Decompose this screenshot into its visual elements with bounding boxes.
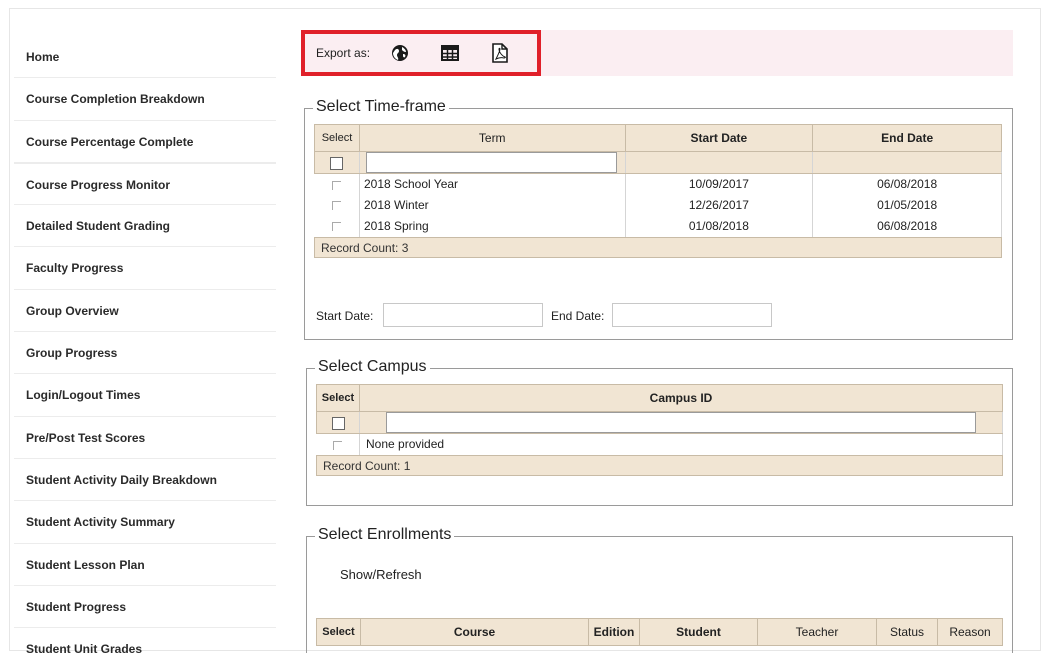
table-header-row: Select Campus ID <box>316 384 1003 412</box>
sidebar-item-detailed-student-grading[interactable]: Detailed Student Grading <box>14 205 276 248</box>
term-cell: 2018 Winter <box>359 194 626 216</box>
show-refresh-link[interactable]: Show/Refresh <box>340 567 422 582</box>
column-header-end-date[interactable]: End Date <box>812 124 1002 152</box>
term-cell: 2018 School Year <box>359 173 626 195</box>
enrollments-table: Select Course Edition Student Teacher St… <box>316 618 1003 646</box>
export-toolbar: Export as: <box>301 30 1013 76</box>
timeframe-record-count: Record Count: 3 <box>314 236 1002 258</box>
row-checkbox[interactable] <box>332 201 342 211</box>
row-checkbox[interactable] <box>332 180 342 190</box>
start-date-label: Start Date: <box>316 309 374 323</box>
sidebar-item-group-progress[interactable]: Group Progress <box>14 332 276 375</box>
export-label: Export as: <box>316 46 371 60</box>
start-date-cell: 01/08/2018 <box>625 215 814 237</box>
sidebar-item-course-progress-monitor[interactable]: Course Progress Monitor <box>14 162 276 206</box>
sidebar-nav: Home Course Completion Breakdown Course … <box>14 36 276 653</box>
end-date-cell: 06/08/2018 <box>812 173 1002 195</box>
sidebar-item-student-unit-grades[interactable]: Student Unit Grades <box>14 628 276 653</box>
column-header-edition[interactable]: Edition <box>588 618 640 646</box>
sidebar-item-student-activity-daily-breakdown[interactable]: Student Activity Daily Breakdown <box>14 459 276 502</box>
column-header-teacher[interactable]: Teacher <box>757 618 877 646</box>
sidebar-item-course-percentage-complete[interactable]: Course Percentage Complete <box>14 121 276 163</box>
table-header-row: Select Term Start Date End Date <box>314 124 1002 152</box>
end-date-input[interactable] <box>612 303 772 327</box>
term-cell: 2018 Spring <box>359 215 626 237</box>
end-date-cell: 06/08/2018 <box>812 215 1002 237</box>
filter-row <box>316 411 1003 434</box>
enrollments-legend: Select Enrollments <box>315 526 455 544</box>
column-header-reason[interactable]: Reason <box>937 618 1003 646</box>
column-header-select: Select <box>316 618 361 646</box>
pdf-icon[interactable] <box>486 41 514 65</box>
sidebar-item-student-progress[interactable]: Student Progress <box>14 586 276 629</box>
column-header-campus-id[interactable]: Campus ID <box>359 384 1003 412</box>
table-row[interactable]: 2018 Spring 01/08/2018 06/08/2018 <box>314 215 1002 237</box>
end-date-label: End Date: <box>551 309 605 323</box>
sidebar-item-group-overview[interactable]: Group Overview <box>14 290 276 333</box>
campus-table: Select Campus ID None provided <box>316 384 1003 455</box>
filter-row <box>314 151 1002 174</box>
sidebar-item-home[interactable]: Home <box>14 36 276 79</box>
select-all-checkbox[interactable] <box>331 416 345 430</box>
column-header-start-date[interactable]: Start Date <box>624 124 814 152</box>
sidebar-item-faculty-progress[interactable]: Faculty Progress <box>14 247 276 290</box>
enrollments-panel: Select Enrollments Show/Refresh Select C… <box>306 526 1013 653</box>
table-row[interactable]: None provided <box>316 433 1003 455</box>
column-header-select: Select <box>314 124 360 152</box>
table-header-row: Select Course Edition Student Teacher St… <box>316 618 1003 646</box>
campus-record-count: Record Count: 1 <box>316 454 1003 476</box>
export-highlight-box: Export as: <box>301 30 541 76</box>
table-grid-icon[interactable] <box>436 41 464 65</box>
timeframe-panel: Select Time-frame Select Term Start Date… <box>304 98 1013 340</box>
column-header-student[interactable]: Student <box>639 618 758 646</box>
table-row[interactable]: 2018 School Year 10/09/2017 06/08/2018 <box>314 173 1002 195</box>
select-all-checkbox[interactable] <box>330 156 344 170</box>
timeframe-legend: Select Time-frame <box>313 98 449 116</box>
start-date-cell: 10/09/2017 <box>625 173 814 195</box>
campus-panel: Select Campus Select Campus ID None prov… <box>306 358 1013 506</box>
campus-legend: Select Campus <box>315 358 430 376</box>
sidebar-item-pre-post-test-scores[interactable]: Pre/Post Test Scores <box>14 417 276 459</box>
end-date-cell: 01/05/2018 <box>812 194 1002 216</box>
sidebar-item-student-lesson-plan[interactable]: Student Lesson Plan <box>14 544 276 586</box>
start-date-cell: 12/26/2017 <box>625 194 814 216</box>
column-header-term[interactable]: Term <box>358 124 626 152</box>
table-row[interactable]: 2018 Winter 12/26/2017 01/05/2018 <box>314 194 1002 216</box>
row-checkbox[interactable] <box>333 440 343 450</box>
column-header-status[interactable]: Status <box>876 618 938 646</box>
row-checkbox[interactable] <box>332 222 342 232</box>
timeframe-table: Select Term Start Date End Date 2018 Sch… <box>314 124 1002 237</box>
sidebar-item-student-activity-summary[interactable]: Student Activity Summary <box>14 501 276 544</box>
column-header-course[interactable]: Course <box>360 618 589 646</box>
term-filter-input[interactable] <box>365 152 617 173</box>
sidebar-item-course-completion-breakdown[interactable]: Course Completion Breakdown <box>14 78 276 121</box>
column-header-select: Select <box>316 384 360 412</box>
campus-filter-input[interactable] <box>386 412 976 433</box>
campus-id-cell: None provided <box>359 433 1003 455</box>
globe-icon[interactable] <box>386 41 414 65</box>
sidebar-item-login-logout-times[interactable]: Login/Logout Times <box>14 374 276 417</box>
start-date-input[interactable] <box>383 303 543 327</box>
